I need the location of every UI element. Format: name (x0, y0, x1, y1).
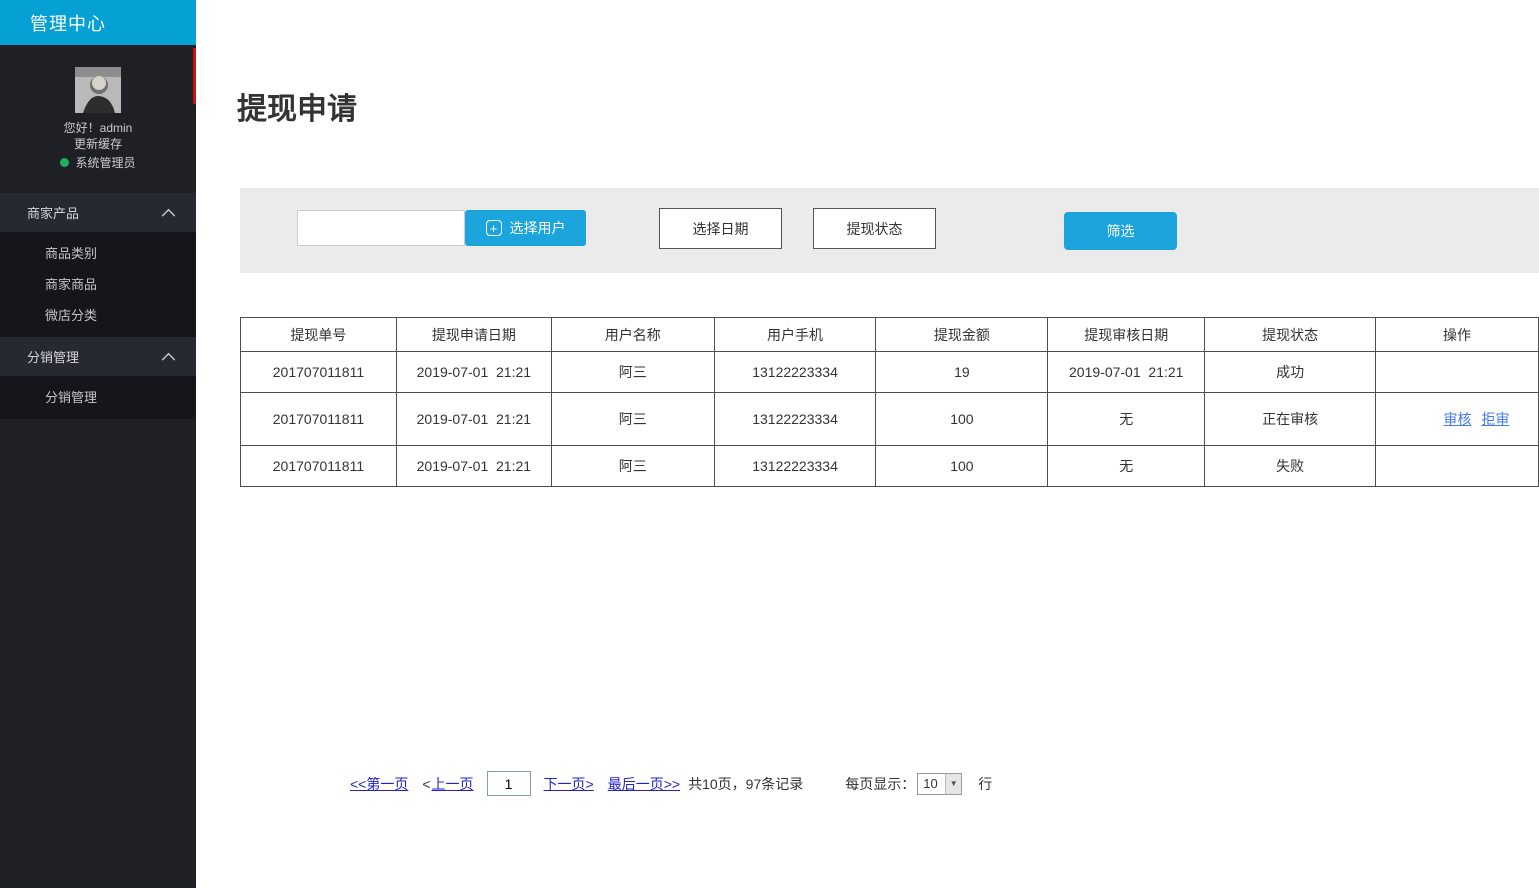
withdraw-status-filter-button[interactable]: 提现状态 (813, 208, 936, 249)
cell-user-name: 阿三 (551, 352, 714, 393)
first-page-link[interactable]: <<第一页 (350, 774, 408, 794)
app-header: 管理中心 (0, 0, 196, 45)
sidebar-group-label: 分销管理 (27, 347, 79, 366)
cell-amount: 100 (876, 446, 1048, 487)
table-row: 201707011811 2019-07-01 21:21 阿三 1312222… (241, 352, 1539, 393)
pagination: <<第一页 < 上一页 下一页> 最后一页>> 共10页，97条记录 每页显示：… (350, 771, 992, 796)
cell-actions: 审核拒审 (1376, 393, 1539, 446)
table-row: 201707011811 2019-07-01 21:21 阿三 1312222… (241, 393, 1539, 446)
cell-actions (1376, 352, 1539, 393)
sidebar-group-distribution[interactable]: 分销管理 (0, 337, 196, 376)
cell-phone: 13122223334 (714, 352, 876, 393)
submenu-distribution: 分销管理 (0, 376, 196, 419)
withdrawals-table: 提现单号 提现申请日期 用户名称 用户手机 提现金额 提现审核日期 提现状态 操… (240, 317, 1539, 487)
cell-status: 成功 (1205, 352, 1376, 393)
cell-review-date: 无 (1048, 393, 1205, 446)
cell-order-no: 201707011811 (241, 352, 397, 393)
avatar (75, 67, 121, 113)
select-user-button[interactable]: + 选择用户 (465, 210, 586, 246)
col-header-apply-date: 提现申请日期 (396, 318, 551, 352)
submenu-merchant-products: 商品类别 商家商品 微店分类 (0, 232, 196, 337)
sidebar-item-microstore-category[interactable]: 微店分类 (0, 300, 196, 331)
cell-phone: 13122223334 (714, 446, 876, 487)
app-title: 管理中心 (30, 10, 106, 36)
sidebar-group-label: 商家产品 (27, 203, 79, 222)
cell-review-date: 无 (1048, 446, 1205, 487)
sidebar-group-merchant-products[interactable]: 商家产品 (0, 193, 196, 232)
cell-status: 失败 (1205, 446, 1376, 487)
cell-amount: 19 (876, 352, 1048, 393)
cell-user-name: 阿三 (551, 446, 714, 487)
cell-actions (1376, 446, 1539, 487)
select-date-button[interactable]: 选择日期 (659, 208, 782, 249)
page-number-input[interactable] (487, 771, 531, 796)
cell-amount: 100 (876, 393, 1048, 446)
user-block: 您好！admin 更新缓存 系统管理员 (0, 45, 196, 171)
col-header-order-no: 提现单号 (241, 318, 397, 352)
per-page-select[interactable]: 10 ▼ (917, 773, 962, 795)
chevron-up-icon (161, 349, 176, 364)
cell-order-no: 201707011811 (241, 393, 397, 446)
cell-user-name: 阿三 (551, 393, 714, 446)
col-header-review-date: 提现审核日期 (1048, 318, 1205, 352)
page-title: 提现申请 (237, 84, 357, 128)
user-role: 系统管理员 (75, 154, 135, 171)
col-header-user-name: 用户名称 (551, 318, 714, 352)
cell-apply-date: 2019-07-01 21:21 (396, 446, 551, 487)
online-status-icon (60, 158, 69, 167)
user-search-input[interactable] (297, 210, 465, 246)
refresh-cache-link[interactable]: 更新缓存 (0, 136, 196, 152)
reject-link[interactable]: 拒审 (1481, 411, 1509, 427)
filter-bar: + 选择用户 选择日期 提现状态 筛选 (240, 188, 1539, 273)
cell-order-no: 201707011811 (241, 446, 397, 487)
table-header-row: 提现单号 提现申请日期 用户名称 用户手机 提现金额 提现审核日期 提现状态 操… (241, 318, 1539, 352)
prev-page-link[interactable]: 上一页 (432, 774, 474, 794)
per-page-value: 10 (918, 776, 945, 791)
plus-icon: + (486, 220, 502, 236)
sidebar: 管理中心 您好！admin 更新缓存 系统管理员 商家产品 商品类 (0, 0, 196, 888)
cell-apply-date: 2019-07-01 21:21 (396, 393, 551, 446)
table-row: 201707011811 2019-07-01 21:21 阿三 1312222… (241, 446, 1539, 487)
dropdown-arrow-icon: ▼ (945, 774, 961, 794)
cell-review-date: 2019-07-01 21:21 (1048, 352, 1205, 393)
sidebar-menu: 商家产品 商品类别 商家商品 微店分类 分销管理 分销管理 (0, 193, 196, 419)
last-page-link[interactable]: 最后一页>> (608, 774, 680, 794)
user-greeting: 您好！admin (0, 120, 196, 136)
cell-apply-date: 2019-07-01 21:21 (396, 352, 551, 393)
rows-unit-label: 行 (978, 774, 992, 794)
sidebar-item-merchant-goods[interactable]: 商家商品 (0, 269, 196, 300)
col-header-status: 提现状态 (1205, 318, 1376, 352)
sidebar-item-product-category[interactable]: 商品类别 (0, 238, 196, 269)
per-page-label: 每页显示： (845, 774, 915, 794)
cell-phone: 13122223334 (714, 393, 876, 446)
chevron-up-icon (161, 205, 176, 220)
select-user-label: 选择用户 (510, 218, 566, 238)
col-header-actions: 操作 (1376, 318, 1539, 352)
sidebar-item-distribution-mgmt[interactable]: 分销管理 (0, 382, 196, 413)
next-page-link[interactable]: 下一页> (544, 774, 594, 794)
filter-button[interactable]: 筛选 (1064, 212, 1177, 250)
prev-arrow: < (422, 776, 430, 792)
col-header-amount: 提现金额 (876, 318, 1048, 352)
approve-link[interactable]: 审核 (1443, 411, 1471, 427)
records-summary: 共10页，97条记录 (688, 774, 803, 794)
col-header-phone: 用户手机 (714, 318, 876, 352)
cell-status: 正在审核 (1205, 393, 1376, 446)
main-content: 提现申请 + 选择用户 选择日期 提现状态 筛选 提现单号 提现申请日期 用户名… (196, 0, 1539, 892)
